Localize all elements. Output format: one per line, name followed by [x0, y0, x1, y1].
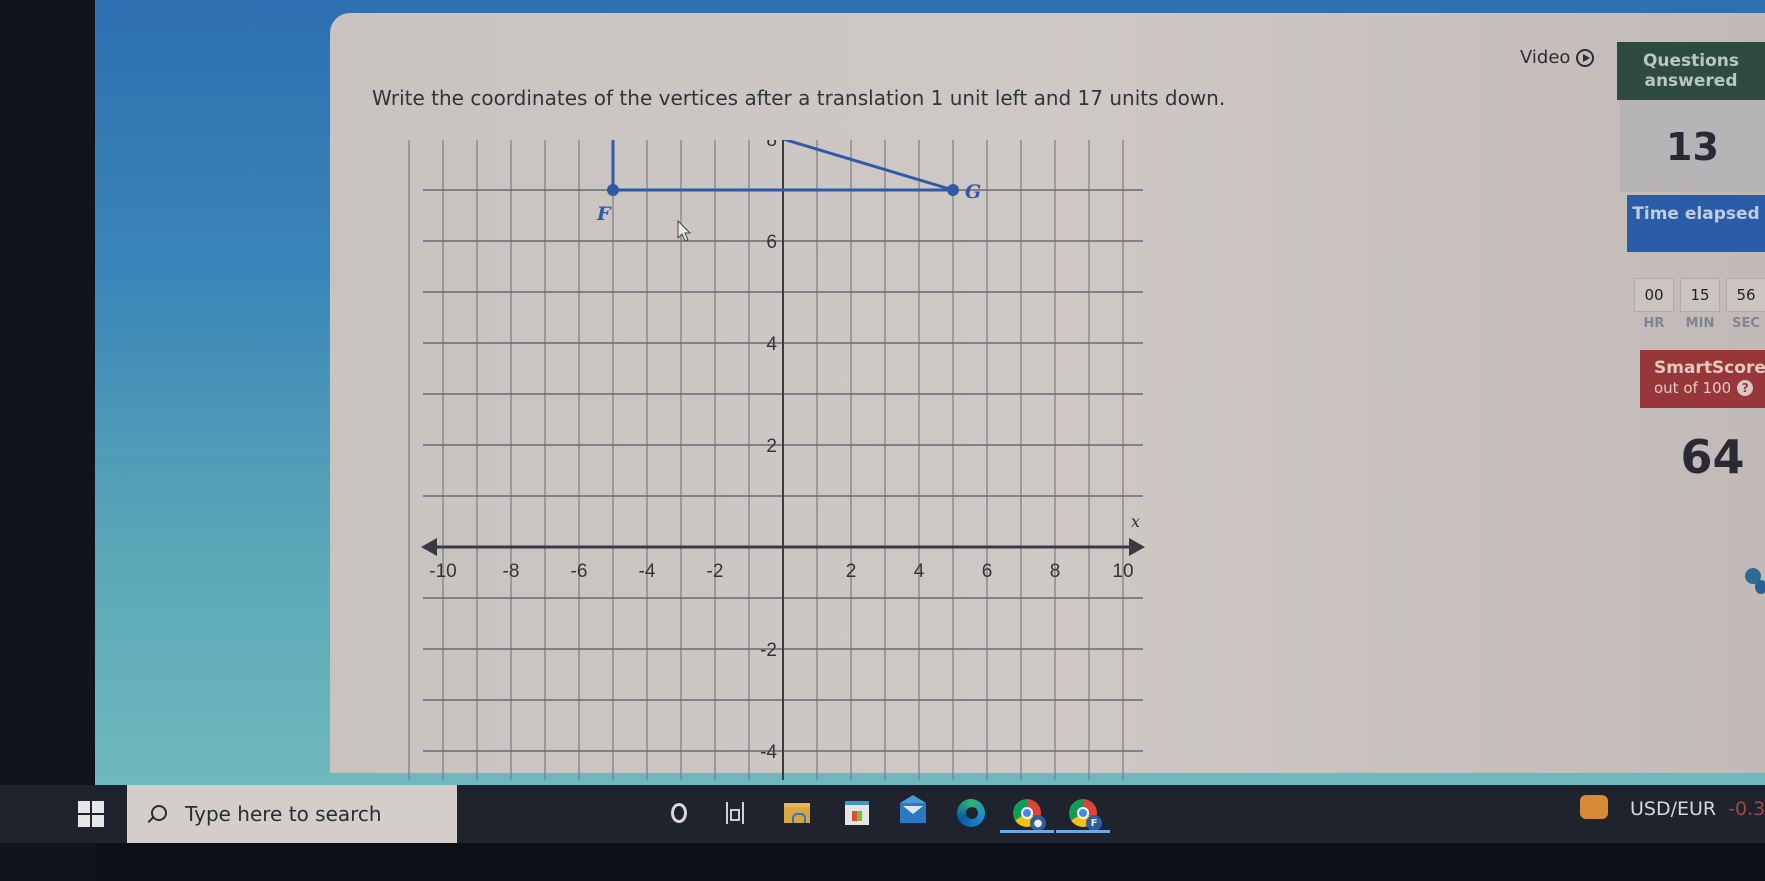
monitor-bezel — [0, 0, 95, 881]
windows-logo-icon — [78, 801, 104, 827]
task-view-icon — [726, 802, 744, 824]
time-elapsed-header: Time elapsed — [1627, 195, 1765, 252]
x-tick-label: 6 — [982, 561, 993, 582]
start-button[interactable] — [55, 785, 127, 843]
chrome-profile-1-button[interactable]: ● — [1006, 792, 1048, 834]
mail-icon — [900, 795, 926, 823]
question-text: Write the coordinates of the vertices af… — [372, 86, 1226, 110]
x-tick-label: -2 — [707, 561, 724, 582]
smartscore-sub-label: out of 100 — [1654, 379, 1732, 397]
folder-icon — [784, 803, 810, 823]
currency-ticker[interactable]: USD/EUR -0.39 — [1630, 798, 1765, 820]
questions-answered-header: Questions answered — [1617, 42, 1765, 100]
timer-minutes-label: MIN — [1685, 316, 1715, 331]
timer-hours-label: HR — [1643, 316, 1665, 331]
profile-badge: F — [1086, 815, 1102, 831]
edge-button[interactable] — [950, 792, 992, 834]
x-axis-label: x — [1131, 512, 1140, 531]
x-tick-label: -6 — [571, 561, 588, 582]
questions-answered-value: 13 — [1666, 125, 1719, 169]
active-indicator — [1000, 830, 1054, 833]
vertex-point-f — [607, 184, 619, 196]
x-axis-right-arrow — [1129, 538, 1145, 556]
y-tick-label: 2 — [766, 436, 777, 457]
x-tick-label: 8 — [1050, 561, 1061, 582]
smartscore-value: 64 — [1680, 430, 1745, 484]
y-tick-label: 6 — [766, 232, 777, 253]
mail-button[interactable] — [892, 792, 934, 834]
y-tick-label: -2 — [760, 640, 777, 661]
coordinate-grid: xy-10-8-6-4-2246810108642-2-4-6HFG — [408, 140, 1145, 780]
y-tick-label: 8 — [766, 140, 777, 151]
x-tick-label: -4 — [639, 561, 656, 582]
vertex-label-g: G — [965, 181, 981, 203]
x-tick-label: -10 — [429, 561, 456, 582]
timer-seconds-label: SEC — [1732, 316, 1760, 331]
timer-seconds: 56 — [1726, 278, 1765, 312]
task-view-button[interactable] — [714, 792, 756, 834]
cortana-button[interactable] — [658, 792, 700, 834]
video-label: Video — [1520, 47, 1571, 68]
x-axis-left-arrow — [421, 538, 437, 556]
mouse-cursor-icon — [677, 220, 692, 242]
y-tick-label: 4 — [766, 334, 777, 355]
play-icon — [1576, 48, 1595, 67]
x-tick-label: 4 — [914, 561, 925, 582]
help-icon[interactable]: ? — [1737, 380, 1754, 396]
ticker-label: USD/EUR — [1630, 798, 1717, 820]
smartscore-subtitle: out of 100 ? — [1654, 378, 1765, 398]
ticker-change: -0.39 — [1728, 798, 1765, 820]
finance-widget-icon[interactable] — [1580, 795, 1608, 819]
vertex-point-g — [947, 184, 959, 196]
cortana-icon — [671, 803, 687, 823]
smartscore-header: SmartScore out of 100 ? — [1640, 350, 1765, 408]
file-explorer-button[interactable] — [776, 792, 818, 834]
chrome-profile-2-button[interactable]: F — [1062, 792, 1104, 834]
y-tick-label: -4 — [760, 742, 777, 763]
x-tick-label: -8 — [503, 561, 520, 582]
timer-minutes: 15 — [1680, 278, 1720, 312]
profile-avatar-icon: ● — [1030, 815, 1046, 831]
store-bag-icon — [845, 801, 869, 825]
search-icon — [149, 805, 167, 823]
vertex-label-f: F — [596, 203, 612, 225]
pencil-icon[interactable] — [1745, 568, 1765, 594]
smartscore-label: SmartScore — [1654, 358, 1765, 378]
search-placeholder: Type here to search — [185, 802, 382, 826]
timer-hours: 00 — [1634, 278, 1674, 312]
video-link[interactable]: Video — [1520, 47, 1595, 68]
active-indicator — [1056, 830, 1110, 833]
taskbar-search-box[interactable]: Type here to search — [127, 785, 457, 843]
x-tick-label: 2 — [846, 561, 857, 582]
x-tick-label: 10 — [1112, 561, 1133, 582]
edge-icon — [957, 799, 985, 827]
microsoft-store-button[interactable] — [836, 792, 878, 834]
